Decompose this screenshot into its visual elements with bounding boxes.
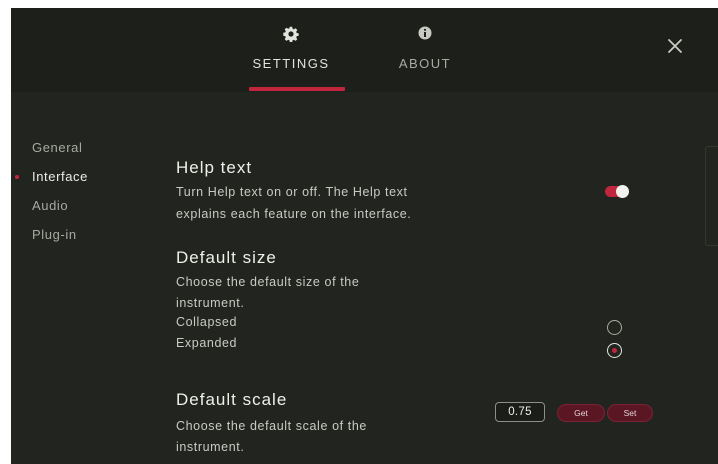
sidebar-item-label: Audio <box>32 198 69 213</box>
header-bar: SETTINGS ABOUT <box>11 8 718 92</box>
close-icon <box>668 39 682 53</box>
settings-window: SETTINGS ABOUT General Interface Audio P… <box>11 8 718 464</box>
help-text-description-line-2: explains each feature on the interface. <box>176 207 412 221</box>
size-option-collapsed-label: Collapsed <box>176 315 237 329</box>
sidebar-item-general[interactable]: General <box>11 138 151 167</box>
tab-about[interactable]: ABOUT <box>375 8 475 92</box>
get-scale-button[interactable]: Get <box>557 404 605 422</box>
size-option-collapsed-radio[interactable] <box>607 320 622 335</box>
active-tab-indicator <box>249 87 345 91</box>
sidebar-item-audio[interactable]: Audio <box>11 196 151 225</box>
sidebar-item-label: General <box>32 140 83 155</box>
gear-icon <box>241 26 341 42</box>
scrollbar[interactable] <box>705 146 718 246</box>
default-scale-description-line-1: Choose the default scale of the <box>176 419 367 433</box>
help-text-toggle[interactable] <box>605 185 629 198</box>
default-size-description-line-2: instrument. <box>176 296 245 310</box>
default-size-description-line-1: Choose the default size of the <box>176 275 360 289</box>
help-text-description-line-1: Turn Help text on or off. The Help text <box>176 185 408 199</box>
tab-settings[interactable]: SETTINGS <box>241 8 341 92</box>
settings-sidebar: General Interface Audio Plug-in <box>11 138 151 254</box>
help-text-title: Help text <box>176 158 253 177</box>
default-scale-title: Default scale <box>176 390 288 409</box>
scale-value-input[interactable]: 0.75 <box>495 402 545 422</box>
toggle-knob <box>616 185 629 198</box>
tab-settings-label: SETTINGS <box>252 56 330 71</box>
sidebar-item-label: Interface <box>32 169 88 184</box>
size-option-expanded-radio[interactable] <box>607 343 622 358</box>
close-button[interactable] <box>663 34 687 58</box>
sidebar-item-plug-in[interactable]: Plug-in <box>11 225 151 254</box>
active-dot <box>15 175 19 179</box>
set-scale-button[interactable]: Set <box>607 404 653 422</box>
sidebar-item-label: Plug-in <box>32 227 77 242</box>
size-option-expanded-label: Expanded <box>176 336 238 350</box>
sidebar-item-interface[interactable]: Interface <box>11 167 151 196</box>
info-icon <box>375 26 475 42</box>
tab-about-label: ABOUT <box>398 56 452 71</box>
default-size-title: Default size <box>176 248 277 267</box>
default-scale-description-line-2: instrument. <box>176 440 245 454</box>
